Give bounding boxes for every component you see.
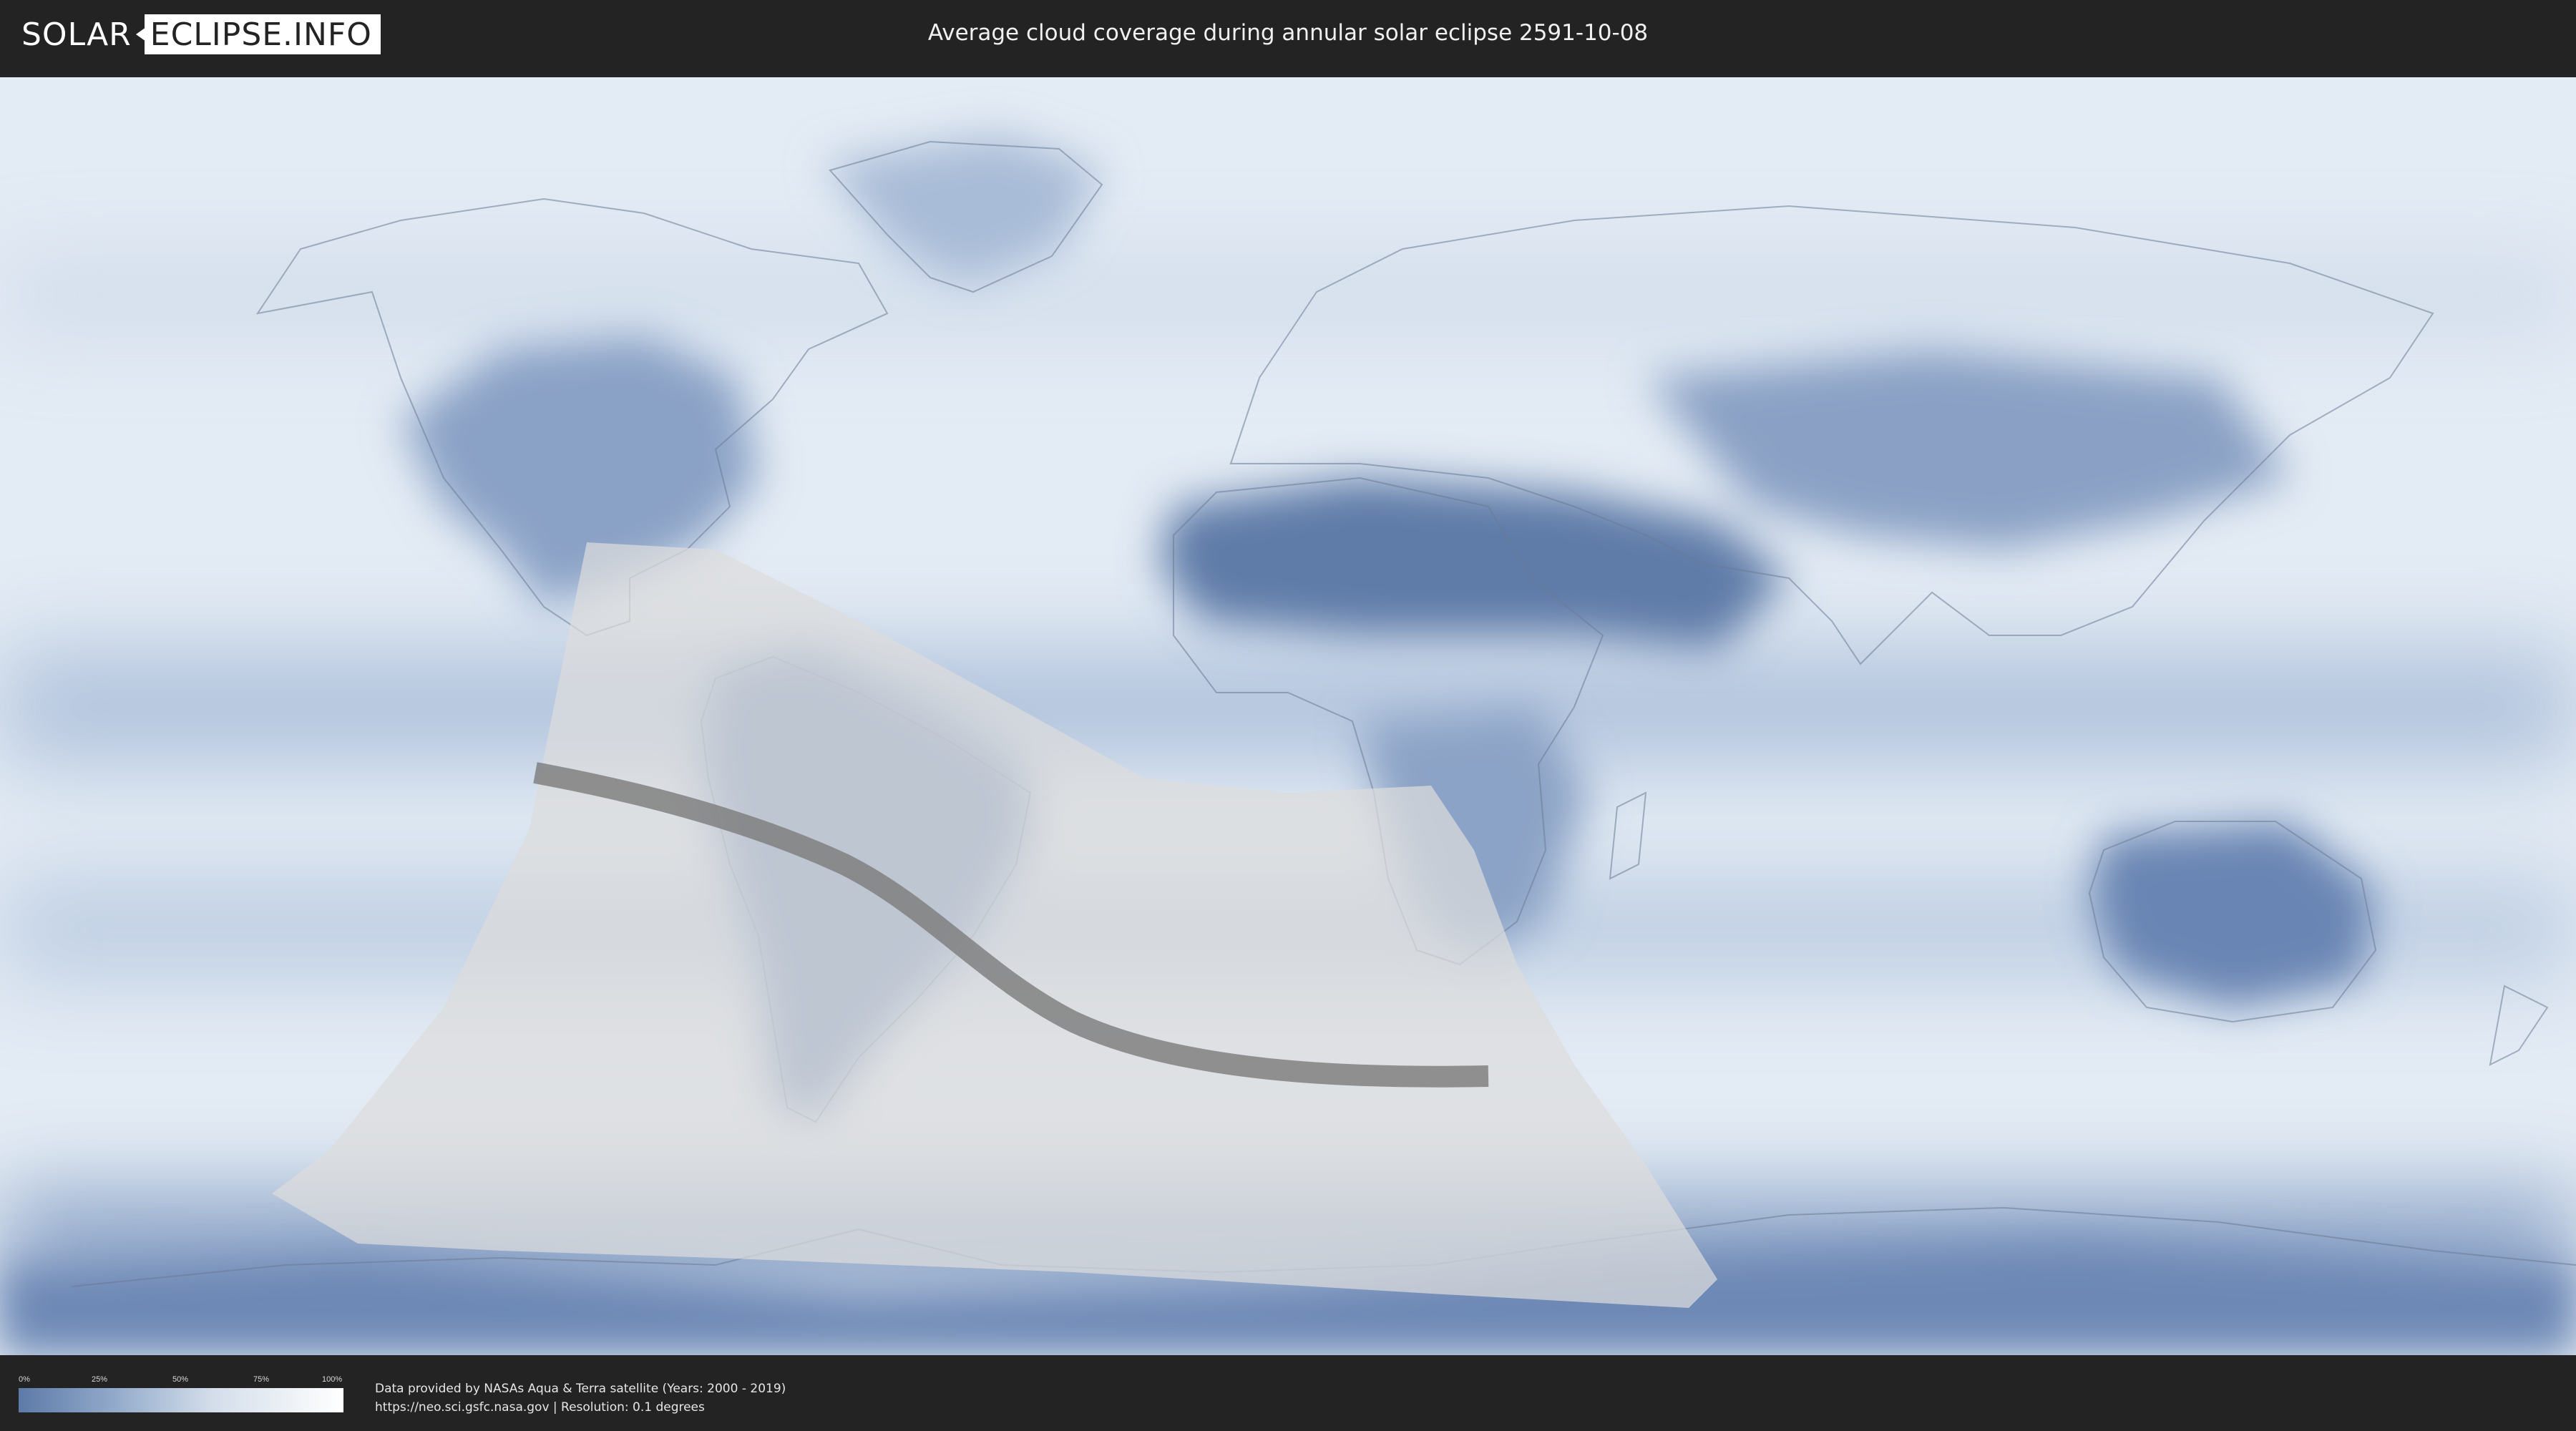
cloud-coverage-legend: 0% 25% 50% 75% 100%: [19, 1375, 343, 1412]
page-title: Average cloud coverage during annular so…: [927, 20, 1649, 46]
legend-gradient-bar: [19, 1388, 343, 1412]
data-credits: Data provided by NASAs Aqua & Terra sate…: [375, 1379, 786, 1417]
legend-tick-50: 50%: [172, 1375, 189, 1384]
legend-tick-75: 75%: [253, 1375, 270, 1384]
credits-line-source: Data provided by NASAs Aqua & Terra sate…: [375, 1382, 786, 1396]
cloud-coverage-map[interactable]: [0, 77, 2576, 1355]
legend-ticks: 0% 25% 50% 75% 100%: [19, 1375, 343, 1388]
credits-line-url[interactable]: https://neo.sci.gsfc.nasa.gov | Resoluti…: [375, 1398, 786, 1417]
legend-tick-25: 25%: [92, 1375, 108, 1384]
header-bar: SOLAR ECLIPSE.INFO Average cloud coverag…: [0, 0, 2576, 72]
legend-tick-0: 0%: [19, 1375, 30, 1384]
legend-tick-100: 100%: [322, 1375, 343, 1384]
